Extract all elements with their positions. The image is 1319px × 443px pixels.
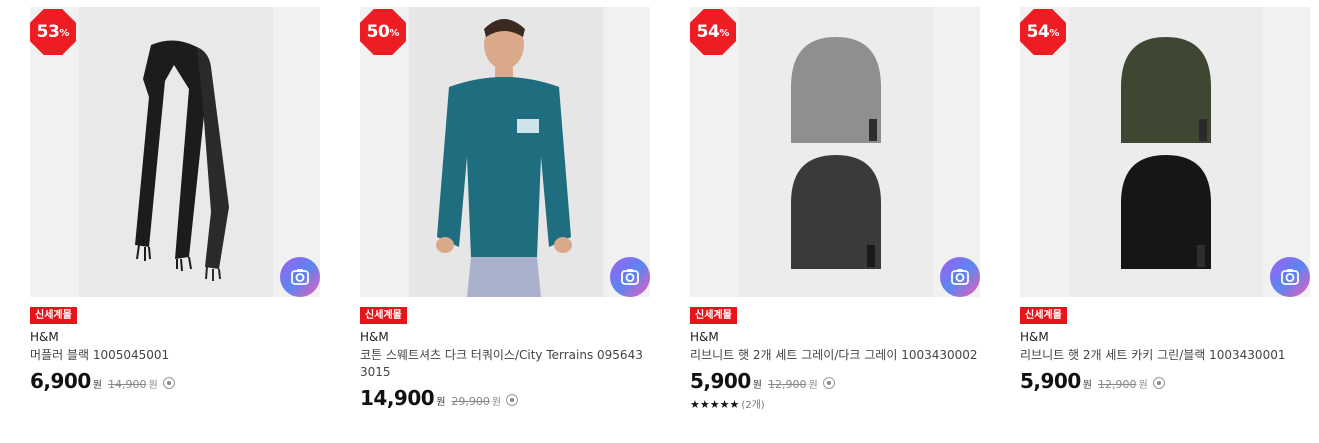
discount-unit: %: [719, 28, 730, 39]
product-brand[interactable]: H&M: [360, 330, 650, 344]
product-card[interactable]: 54% 신세계몰 H&M 리브니트 햇 2개 세트 그레이/다크 그레이 100…: [690, 7, 980, 411]
sale-price: 5,900: [1020, 369, 1081, 393]
beanie-grey-image[interactable]: [739, 7, 933, 297]
discount-badge: 54%: [1020, 9, 1066, 55]
original-price-unit: 원: [491, 397, 502, 408]
product-grid: 53% 신세계몰 H&M 머플러 블랙 1005045001 6,900 원 1…: [0, 0, 1319, 443]
product-thumbnail[interactable]: 54%: [690, 7, 980, 297]
product-brand[interactable]: H&M: [1020, 330, 1310, 344]
sweatshirt-model-image[interactable]: [409, 7, 603, 297]
camera-search-button[interactable]: [940, 257, 980, 297]
product-title[interactable]: 머플러 블랙 1005045001: [30, 347, 320, 364]
price-info-icon[interactable]: [1152, 377, 1165, 389]
sale-price: 6,900: [30, 369, 91, 393]
price-row: 14,900 원 29,900 원: [360, 386, 650, 410]
discount-unit: %: [389, 28, 400, 39]
price-info-icon[interactable]: [162, 377, 175, 389]
mall-tag: 신세계몰: [690, 307, 737, 324]
price-row: 6,900 원 14,900 원: [30, 369, 320, 393]
camera-search-button[interactable]: [1270, 257, 1310, 297]
product-title[interactable]: 코튼 스웨트셔츠 다크 터쿼이스/City Terrains 095643301…: [360, 347, 650, 381]
beanie-khaki-image[interactable]: [1069, 7, 1263, 297]
product-thumbnail[interactable]: 53%: [30, 7, 320, 297]
product-card[interactable]: 53% 신세계몰 H&M 머플러 블랙 1005045001 6,900 원 1…: [30, 7, 320, 393]
price-info-icon[interactable]: [506, 394, 519, 406]
rating-count: (2개): [741, 400, 765, 411]
camera-icon: [951, 269, 969, 285]
mall-tag: 신세계몰: [1020, 307, 1067, 324]
mall-tag: 신세계몰: [360, 307, 407, 324]
discount-badge: 54%: [690, 9, 736, 55]
original-price: 12,900: [1097, 378, 1137, 391]
price-row: 5,900 원 12,900 원: [690, 369, 980, 393]
original-price: 14,900: [107, 378, 147, 391]
price-row: 5,900 원 12,900 원: [1020, 369, 1310, 393]
discount-unit: %: [59, 28, 70, 39]
product-card[interactable]: 54% 신세계몰 H&M 리브니트 햇 2개 세트 카키 그린/블랙 10034…: [1020, 7, 1310, 393]
product-brand[interactable]: H&M: [30, 330, 320, 344]
sale-price: 5,900: [690, 369, 751, 393]
camera-search-button[interactable]: [610, 257, 650, 297]
discount-value: 50: [366, 22, 390, 42]
original-price-unit: 원: [148, 380, 158, 391]
camera-icon: [621, 269, 639, 285]
original-price: 12,900: [767, 378, 807, 391]
camera-icon: [291, 269, 309, 285]
price-unit: 원: [436, 397, 446, 408]
price-unit: 원: [752, 380, 762, 391]
price-info-icon[interactable]: [822, 377, 835, 389]
discount-value: 54: [1026, 22, 1050, 42]
discount-unit: %: [1049, 28, 1060, 39]
rating[interactable]: ★★★★★ (2개): [690, 396, 980, 411]
original-price-unit: 원: [1138, 380, 1148, 391]
discount-value: 53: [36, 22, 60, 42]
rating-stars: ★★★★★: [690, 398, 740, 411]
camera-icon: [1281, 269, 1299, 285]
sale-price: 14,900: [360, 386, 435, 410]
discount-badge: 50%: [360, 9, 406, 55]
price-unit: 원: [1082, 380, 1092, 391]
original-price: 29,900: [451, 395, 490, 408]
product-thumbnail[interactable]: 54%: [1020, 7, 1310, 297]
mall-tag: 신세계몰: [30, 307, 77, 324]
product-thumbnail[interactable]: 50%: [360, 7, 650, 297]
price-unit: 원: [92, 380, 102, 391]
discount-badge: 53%: [30, 9, 76, 55]
original-price-unit: 원: [808, 380, 818, 391]
product-title[interactable]: 리브니트 햇 2개 세트 그레이/다크 그레이 1003430002: [690, 347, 980, 364]
camera-search-button[interactable]: [280, 257, 320, 297]
product-title[interactable]: 리브니트 햇 2개 세트 카키 그린/블랙 1003430001: [1020, 347, 1310, 364]
scarf-image[interactable]: [79, 7, 273, 297]
discount-value: 54: [696, 22, 720, 42]
product-brand[interactable]: H&M: [690, 330, 980, 344]
product-card[interactable]: 50% 신세계몰 H&M 코튼 스웨트셔츠 다크 터쿼이스/City Terra…: [360, 7, 650, 410]
